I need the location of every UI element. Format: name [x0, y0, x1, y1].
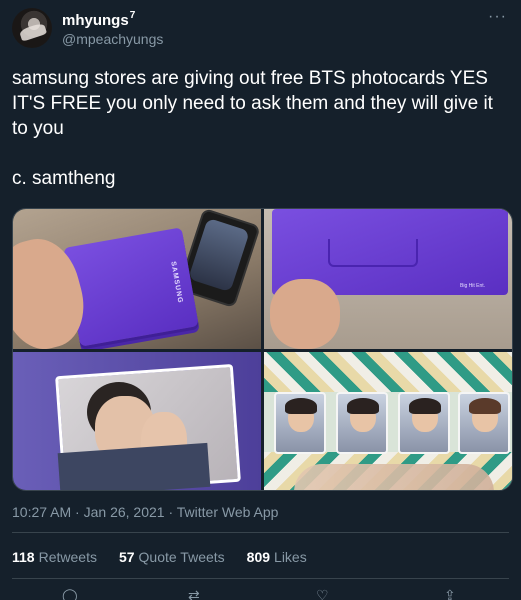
time-text: 10:27 AM — [12, 504, 72, 520]
likes-count: 809 — [246, 549, 271, 565]
tweet-text: samsung stores are giving out free BTS p… — [12, 68, 493, 189]
retweets-label: Retweets — [38, 549, 97, 565]
action-bar: ◯ ⇄ ♡ ⇪ — [0, 588, 521, 600]
avatar[interactable] — [12, 8, 52, 48]
media-photo-3[interactable] — [13, 352, 261, 490]
tweet-timestamp[interactable]: 10:27 AM · Jan 26, 2021 · Twitter Web Ap… — [12, 504, 278, 520]
retweets-stat[interactable]: 118 Retweets — [12, 549, 97, 565]
media-photo-1[interactable]: SAMSUNG — [13, 209, 261, 349]
username-handle[interactable]: @mpeachyungs — [62, 31, 163, 47]
envelope-brand-label: Big Hit Ent. — [460, 283, 486, 289]
reply-icon[interactable]: ◯ — [62, 588, 78, 600]
separator: · — [75, 504, 80, 520]
display-name[interactable]: mhyungs7 — [62, 10, 136, 29]
display-name-text: mhyungs — [62, 12, 129, 29]
date-text: Jan 26, 2021 — [83, 504, 165, 520]
media-photo-2[interactable]: Big Hit Ent. — [264, 209, 512, 349]
more-horizontal-icon[interactable]: ··· — [488, 8, 507, 26]
media-photo-4[interactable] — [264, 352, 512, 490]
like-icon[interactable]: ♡ — [316, 588, 329, 600]
retweet-icon[interactable]: ⇄ — [188, 588, 200, 600]
quotes-count: 57 — [118, 549, 135, 565]
tweet-header: mhyungs7 @mpeachyungs ··· — [12, 8, 509, 50]
name-badge: 7 — [129, 10, 136, 21]
divider — [12, 578, 509, 579]
engagement-stats: 118 Retweets 57 Quote Tweets 809 Likes — [12, 549, 307, 565]
media-grid: SAMSUNG Big Hit Ent. — [12, 208, 513, 491]
likes-stat[interactable]: 809 Likes — [247, 549, 307, 565]
quote-tweets-stat[interactable]: 57 Quote Tweets — [119, 549, 225, 565]
divider — [12, 532, 509, 533]
source-link[interactable]: Twitter Web App — [177, 504, 279, 520]
separator: · — [168, 504, 174, 520]
likes-label: Likes — [274, 549, 307, 565]
share-icon[interactable]: ⇪ — [444, 588, 456, 600]
retweets-count: 118 — [12, 549, 35, 565]
quotes-label: Quote Tweets — [138, 549, 225, 565]
